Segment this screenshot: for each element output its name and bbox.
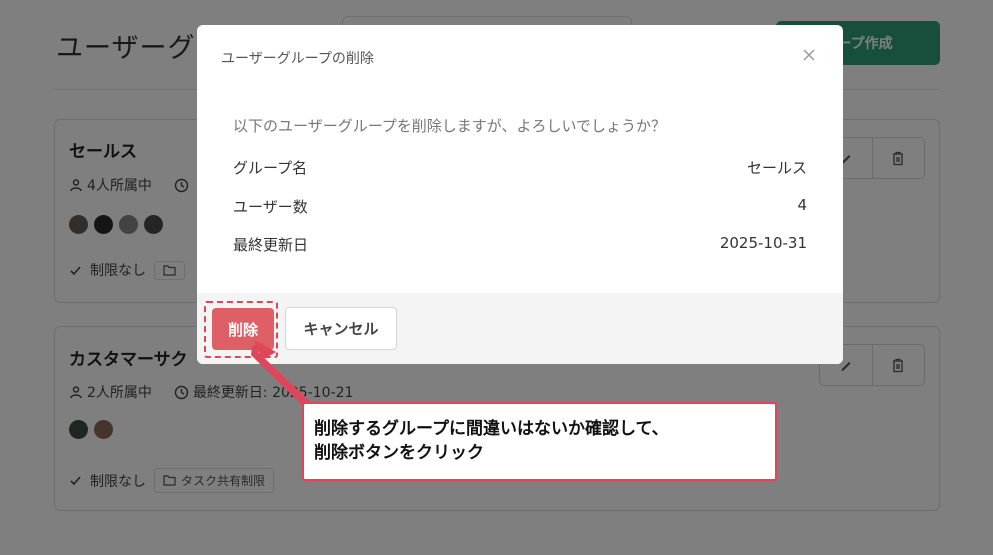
detail-row: 最終更新日 2025-10-31 — [233, 234, 807, 255]
detail-row: ユーザー数 4 — [233, 196, 807, 217]
close-icon[interactable] — [801, 47, 817, 63]
detail-label: グループ名 — [233, 159, 308, 177]
detail-label: 最終更新日 — [233, 236, 309, 254]
callout-text: 削除するグループに間違いはないか確認して、 削除ボタンをクリック — [314, 419, 669, 463]
instruction-callout: 削除するグループに間違いはないか確認して、 削除ボタンをクリック — [302, 402, 777, 481]
dialog-body: 以下のユーザーグループを削除しますが、よろしいでしょうか？ グループ名 セールス… — [197, 91, 843, 293]
detail-label: ユーザー数 — [233, 198, 308, 216]
dialog-header: ユーザーグループの削除 — [197, 25, 843, 91]
detail-value: セールス — [746, 159, 807, 177]
detail-value: 2025-10-31 — [719, 234, 807, 252]
delete-button-highlight — [204, 301, 278, 358]
detail-row: グループ名 セールス — [233, 157, 807, 178]
delete-group-dialog: ユーザーグループの削除 以下のユーザーグループを削除しますが、よろしいでしょうか… — [197, 25, 843, 364]
cancel-button[interactable]: キャンセル — [285, 307, 397, 350]
confirmation-message: 以下のユーザーグループを削除しますが、よろしいでしょうか？ — [233, 117, 667, 135]
dialog-title: ユーザーグループの削除 — [221, 51, 374, 67]
detail-value: 4 — [797, 196, 807, 214]
dialog-footer: 削除 キャンセル — [197, 293, 843, 364]
